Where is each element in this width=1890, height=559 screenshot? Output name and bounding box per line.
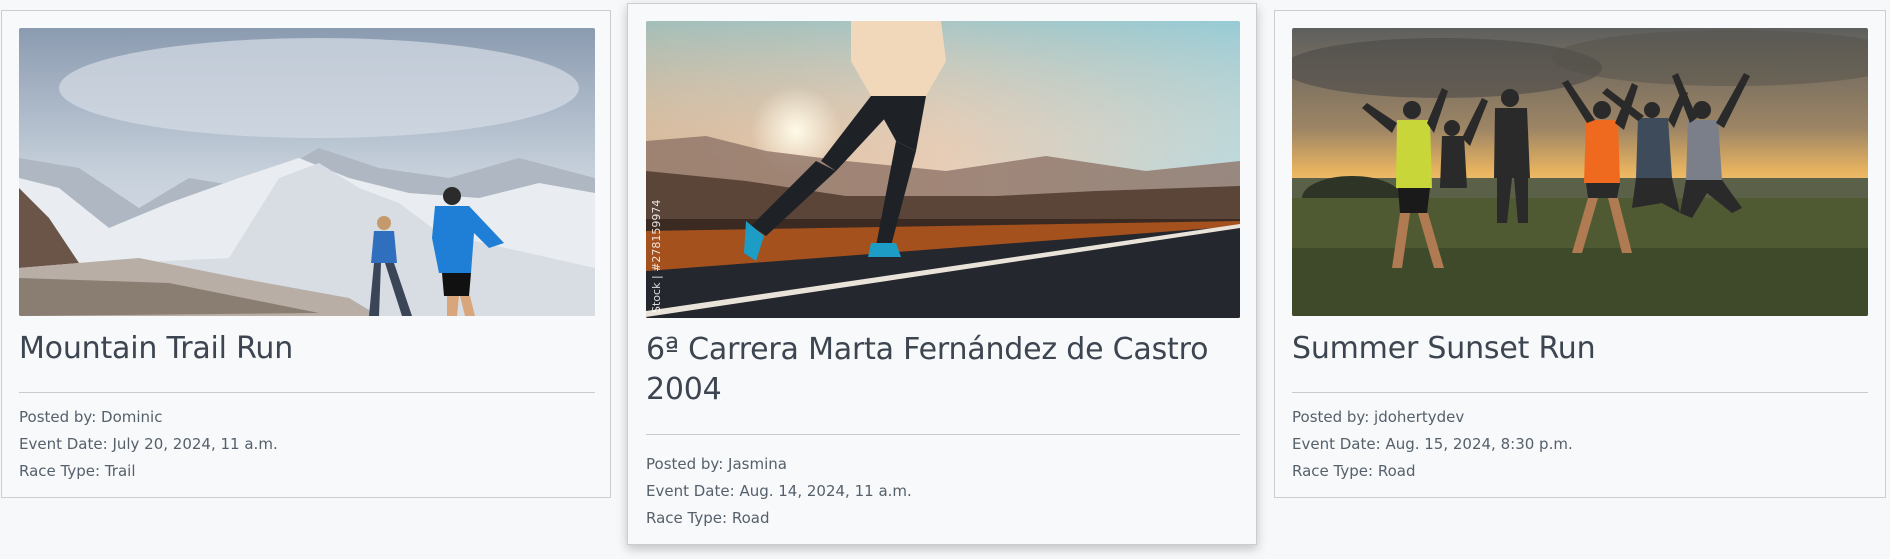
event-date-line: Event Date: Aug. 15, 2024, 8:30 p.m. [1292,431,1573,458]
event-date-label: Event Date: [1292,435,1381,453]
event-title[interactable]: Mountain Trail Run [19,329,595,369]
event-date-label: Event Date: [646,482,735,500]
event-title-link[interactable]: Mountain Trail Run [19,331,293,366]
posted-by-label: Posted by: [19,408,97,426]
posted-by-line: Posted by: Dominic [19,404,278,431]
event-date-label: Event Date: [19,435,108,453]
posted-by-value: Dominic [101,408,163,426]
card-divider [646,434,1240,435]
race-type-line: Race Type: Road [646,505,912,532]
posted-by-label: Posted by: [1292,408,1370,426]
event-meta: Posted by: Jasmina Event Date: Aug. 14, … [646,451,912,532]
posted-by-line: Posted by: Jasmina [646,451,912,478]
race-type-label: Race Type: [1292,462,1374,480]
posted-by-label: Posted by: [646,455,724,473]
race-type-value: Trail [104,462,136,480]
event-date-value: Aug. 14, 2024, 11 a.m. [739,482,912,500]
card-divider [19,392,595,393]
event-card-carrera-marta[interactable]: Stock | #278159974 6ª Carrera Marta Fern… [627,3,1257,545]
race-type-label: Race Type: [19,462,101,480]
event-card-mountain-trail-run[interactable]: Mountain Trail Run Posted by: Dominic Ev… [1,10,611,498]
event-date-value: Aug. 15, 2024, 8:30 p.m. [1385,435,1573,453]
posted-by-value: Jasmina [728,455,787,473]
event-image-group-sunset[interactable] [1292,28,1868,316]
event-title[interactable]: Summer Sunset Run [1292,329,1868,369]
event-card-summer-sunset-run[interactable]: Summer Sunset Run Posted by: jdohertydev… [1274,10,1886,498]
race-type-value: Road [731,509,770,527]
event-image-road-runner[interactable]: Stock | #278159974 [646,21,1240,318]
event-date-value: July 20, 2024, 11 a.m. [112,435,278,453]
event-title[interactable]: 6ª Carrera Marta Fernández de Castro 200… [646,330,1240,410]
event-date-line: Event Date: Aug. 14, 2024, 11 a.m. [646,478,912,505]
event-title-link[interactable]: 6ª Carrera Marta Fernández de Castro 200… [646,332,1208,407]
event-meta: Posted by: Dominic Event Date: July 20, … [19,404,278,485]
race-type-label: Race Type: [646,509,728,527]
event-date-line: Event Date: July 20, 2024, 11 a.m. [19,431,278,458]
event-meta: Posted by: jdohertydev Event Date: Aug. … [1292,404,1573,485]
race-type-line: Race Type: Trail [19,458,278,485]
event-title-link[interactable]: Summer Sunset Run [1292,331,1596,366]
race-type-value: Road [1377,462,1416,480]
card-divider [1292,392,1868,393]
posted-by-value: jdohertydev [1374,408,1465,426]
event-image-mountain-trail[interactable] [19,28,595,316]
race-type-line: Race Type: Road [1292,458,1573,485]
posted-by-line: Posted by: jdohertydev [1292,404,1573,431]
stock-watermark: Stock | #278159974 [650,200,663,313]
